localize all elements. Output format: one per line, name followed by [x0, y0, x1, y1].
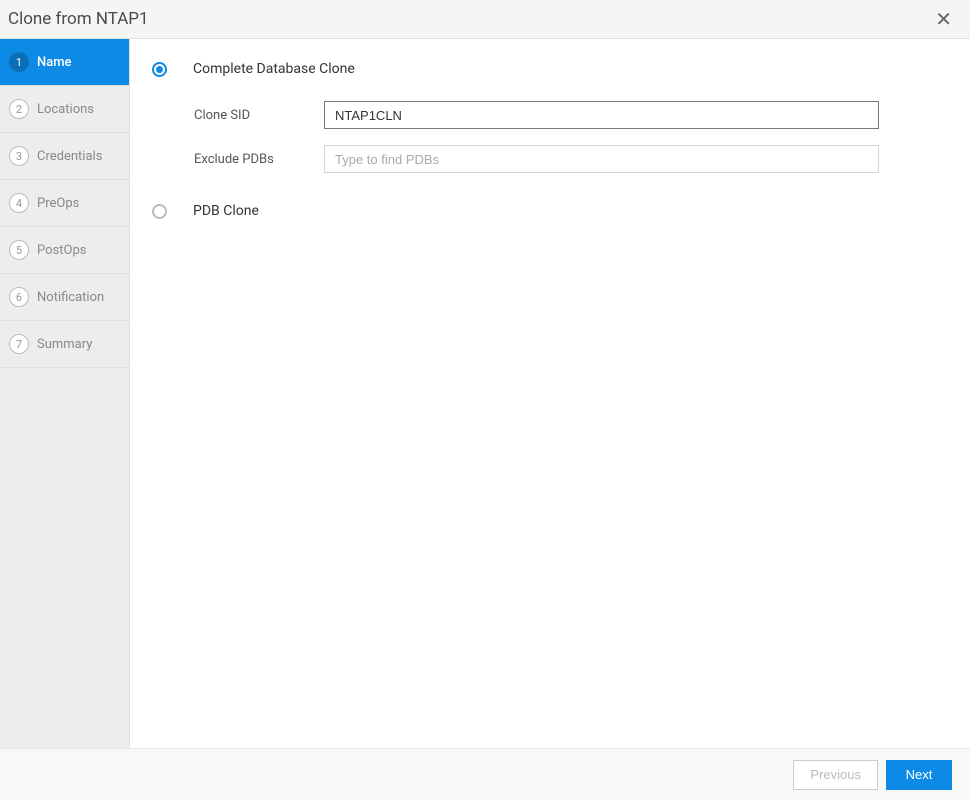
clone-sid-row: Clone SID: [194, 101, 940, 129]
clone-sid-label: Clone SID: [194, 108, 324, 123]
step-notification[interactable]: 6 Notification: [0, 274, 129, 321]
step-number: 7: [9, 334, 29, 354]
radio-label: PDB Clone: [193, 203, 259, 219]
step-locations[interactable]: 2 Locations: [0, 86, 129, 133]
radio-icon[interactable]: [152, 204, 167, 219]
step-label: Credentials: [37, 149, 102, 164]
step-label: PostOps: [37, 243, 86, 258]
step-label: Name: [37, 55, 72, 70]
step-preops[interactable]: 4 PreOps: [0, 180, 129, 227]
step-postops[interactable]: 5 PostOps: [0, 227, 129, 274]
complete-clone-form: Clone SID Exclude PDBs: [194, 101, 940, 173]
step-label: Notification: [37, 290, 104, 305]
radio-label: Complete Database Clone: [193, 61, 355, 77]
dialog-body: 1 Name 2 Locations 3 Credentials 4 PreOp…: [0, 39, 970, 748]
radio-complete-database-clone[interactable]: Complete Database Clone: [152, 61, 940, 77]
exclude-pdbs-label: Exclude PDBs: [194, 152, 324, 167]
step-number: 6: [9, 287, 29, 307]
previous-button[interactable]: Previous: [793, 760, 878, 790]
exclude-pdbs-input[interactable]: [324, 145, 879, 173]
step-number: 4: [9, 193, 29, 213]
close-icon[interactable]: ✕: [935, 9, 952, 29]
exclude-pdbs-row: Exclude PDBs: [194, 145, 940, 173]
step-label: Summary: [37, 337, 92, 352]
step-number: 2: [9, 99, 29, 119]
step-credentials[interactable]: 3 Credentials: [0, 133, 129, 180]
step-name[interactable]: 1 Name: [0, 39, 129, 86]
step-label: PreOps: [37, 196, 79, 211]
radio-icon[interactable]: [152, 62, 167, 77]
radio-pdb-clone[interactable]: PDB Clone: [152, 203, 940, 219]
step-number: 1: [9, 52, 29, 72]
next-button[interactable]: Next: [886, 760, 952, 790]
step-number: 3: [9, 146, 29, 166]
dialog-footer: Previous Next: [0, 748, 970, 800]
dialog-title: Clone from NTAP1: [8, 9, 149, 29]
clone-sid-input[interactable]: [324, 101, 879, 129]
wizard-sidebar: 1 Name 2 Locations 3 Credentials 4 PreOp…: [0, 39, 130, 748]
step-label: Locations: [37, 102, 94, 117]
step-number: 5: [9, 240, 29, 260]
step-summary[interactable]: 7 Summary: [0, 321, 129, 368]
wizard-content: Complete Database Clone Clone SID Exclud…: [130, 39, 970, 748]
dialog-header: Clone from NTAP1 ✕: [0, 0, 970, 39]
